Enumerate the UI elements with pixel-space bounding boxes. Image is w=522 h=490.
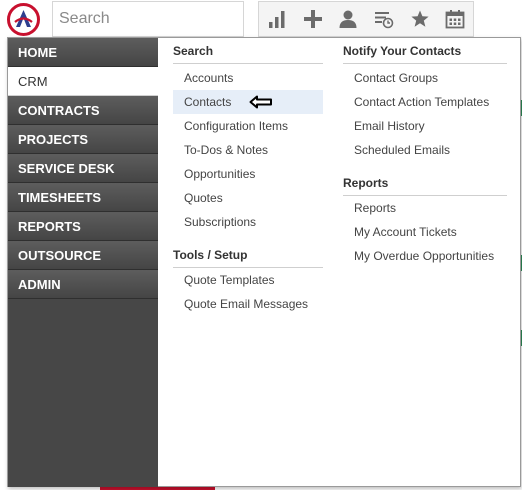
menu-link-contacts[interactable]: Contacts — [173, 90, 323, 114]
bar-chart-icon — [268, 11, 285, 28]
section-header-reports: Reports — [343, 176, 507, 196]
nav-item-admin[interactable]: ADMIN — [8, 270, 158, 299]
menu-link-my-overdue-opportunities[interactable]: My Overdue Opportunities — [343, 244, 507, 268]
favorites-button[interactable] — [402, 2, 438, 36]
app-logo[interactable] — [7, 3, 40, 36]
plus-icon — [303, 10, 322, 28]
search-box — [52, 1, 291, 37]
menu-link-contact-action-templates[interactable]: Contact Action Templates — [343, 90, 507, 114]
menu-link-quote-templates[interactable]: Quote Templates — [173, 268, 323, 292]
menu-link-accounts[interactable]: Accounts — [173, 66, 323, 90]
add-new-button[interactable] — [295, 2, 331, 36]
menu-link-email-history[interactable]: Email History — [343, 114, 507, 138]
calendar-icon — [445, 10, 465, 29]
quick-toolbar — [258, 1, 474, 37]
user-icon — [339, 10, 357, 28]
menu-link-configuration-items[interactable]: Configuration Items — [173, 114, 323, 138]
nav-item-projects[interactable]: PROJECTS — [8, 125, 158, 154]
search-input[interactable] — [53, 2, 272, 36]
top-bar — [0, 0, 522, 38]
nav-item-contracts[interactable]: CONTRACTS — [8, 96, 158, 125]
menu-link-my-account-tickets[interactable]: My Account Tickets — [343, 220, 507, 244]
section-header-search: Search — [173, 44, 323, 64]
analytics-button[interactable] — [259, 2, 295, 36]
menu-link-label: Contacts — [184, 95, 232, 109]
menu-link-subscriptions[interactable]: Subscriptions — [173, 210, 323, 234]
star-icon — [410, 10, 429, 27]
calendar-button[interactable] — [437, 2, 473, 36]
menu-link-scheduled-emails[interactable]: Scheduled Emails — [343, 138, 507, 162]
list-clock-icon — [374, 12, 394, 29]
menu-link-reports[interactable]: Reports — [343, 196, 507, 220]
mega-menu: HOME CRM CONTRACTS PROJECTS SERVICE DESK… — [7, 37, 521, 487]
nav-item-outsource[interactable]: OUTSOURCE — [8, 241, 158, 270]
user-button[interactable] — [330, 2, 366, 36]
nav-item-timesheets[interactable]: TIMESHEETS — [8, 183, 158, 212]
crm-column-1: Search Accounts Contacts Configuration I… — [173, 44, 323, 316]
nav-item-service-desk[interactable]: SERVICE DESK — [8, 154, 158, 183]
menu-link-opportunities[interactable]: Opportunities — [173, 162, 323, 186]
nav-item-reports[interactable]: REPORTS — [8, 212, 158, 241]
section-header-tools-setup: Tools / Setup — [173, 248, 323, 268]
menu-link-quote-email-messages[interactable]: Quote Email Messages — [173, 292, 323, 316]
module-nav: HOME CRM CONTRACTS PROJECTS SERVICE DESK… — [8, 38, 158, 487]
nav-item-crm[interactable]: CRM — [8, 67, 158, 96]
nav-item-home[interactable]: HOME — [8, 38, 158, 67]
menu-link-contact-groups[interactable]: Contact Groups — [343, 66, 507, 90]
recent-button[interactable] — [366, 2, 402, 36]
section-header-notify-contacts: Notify Your Contacts — [343, 44, 507, 64]
crm-column-2: Notify Your Contacts Contact Groups Cont… — [343, 44, 507, 268]
menu-link-todos-notes[interactable]: To-Dos & Notes — [173, 138, 323, 162]
pointer-arrow-icon — [249, 95, 272, 109]
menu-link-quotes[interactable]: Quotes — [173, 186, 323, 210]
